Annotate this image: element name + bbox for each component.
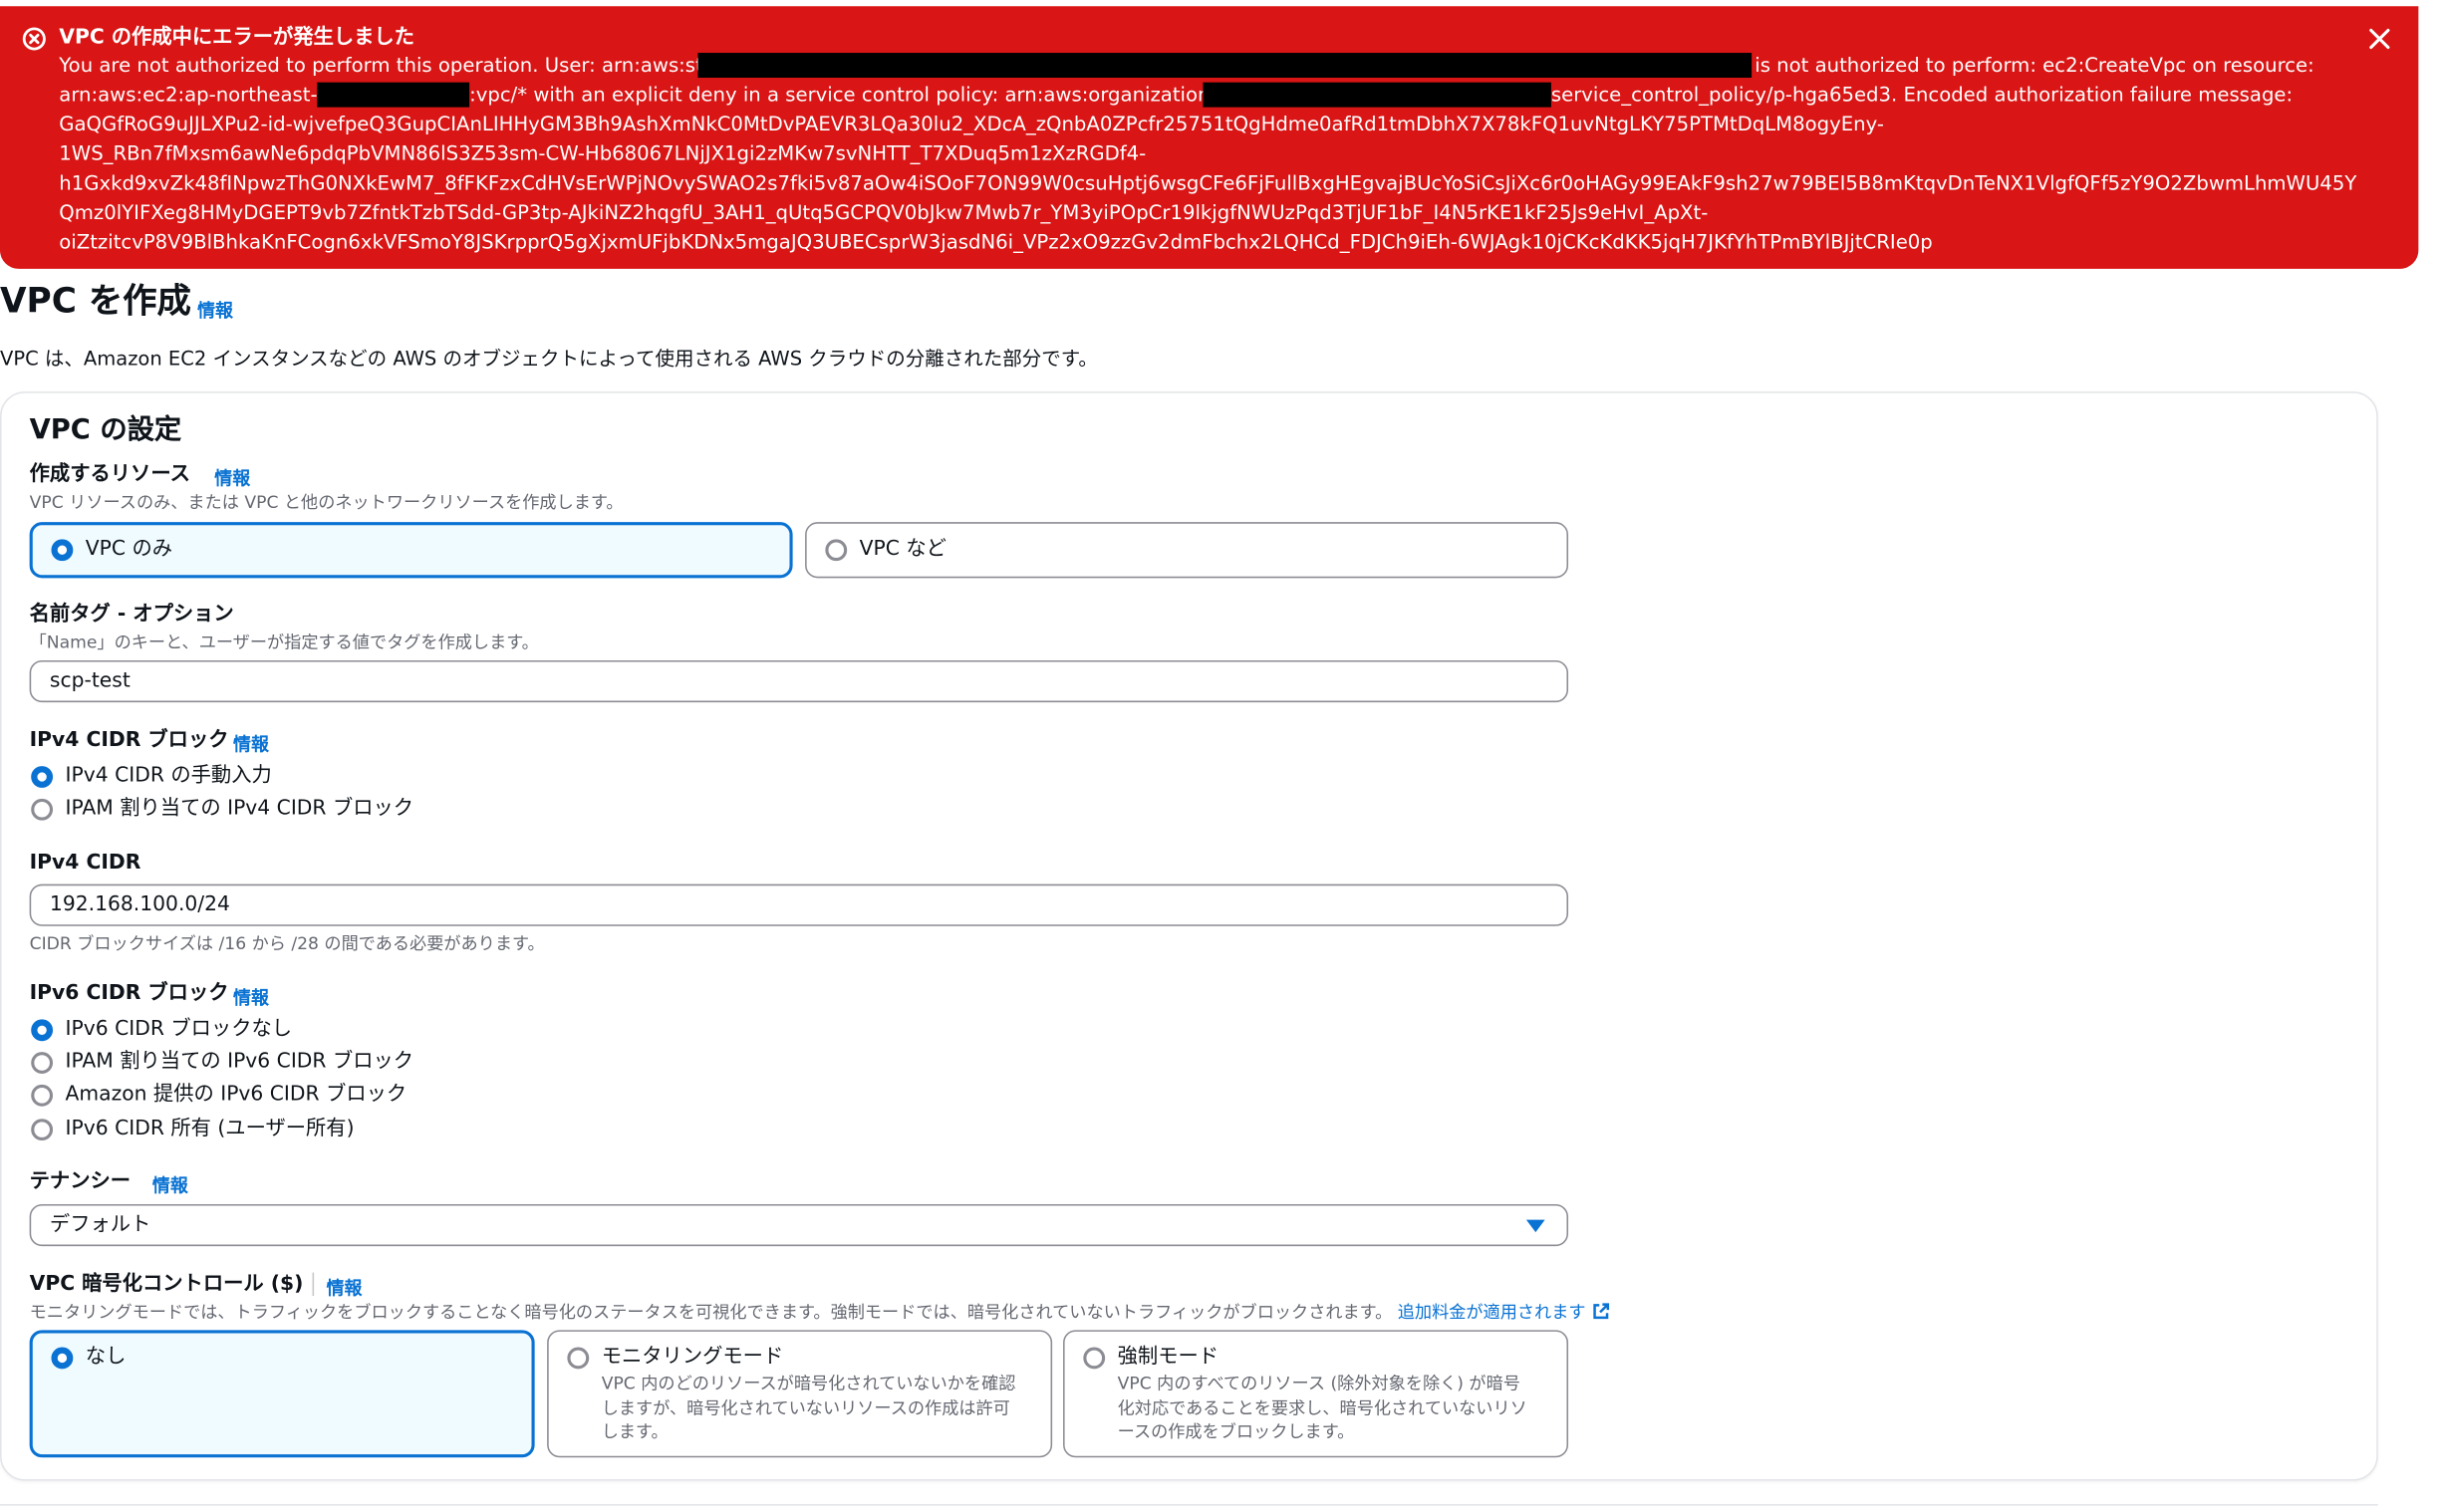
ipv4-ipam-radio[interactable] [31, 798, 54, 821]
error-line: service_control_policy/p-hga65ed3. Encod… [1550, 82, 2294, 107]
ipv4-manual-radio[interactable] [31, 766, 54, 788]
additional-charges-link[interactable]: 追加料金が適用されます [1398, 1302, 1586, 1322]
error-title: VPC の作成中にエラーが発生しました [59, 26, 414, 50]
close-icon[interactable] [2365, 25, 2393, 53]
redacted-block [697, 53, 1753, 78]
ipv6-option-label[interactable]: IPAM 割り当ての IPv6 CIDR ブロック [66, 1049, 414, 1077]
ipv6-owned-radio[interactable] [31, 1119, 54, 1141]
encryption-option-label: モニタリングモード [601, 1345, 784, 1370]
ipv6-none-radio[interactable] [31, 1019, 54, 1042]
name-tag-hint: 「Name」のキーと、ユーザーが指定する値でタグを作成します。 [29, 631, 539, 653]
page-info-link[interactable]: 情報 [197, 299, 233, 324]
error-line: oiZtzitcvP8V9BlBhkaKnFCogn6xkVFSmoY8JSKr… [59, 229, 1933, 254]
create-vpc-page: VPC の作成中にエラーが発生しました You are not authoriz… [0, 0, 2437, 1512]
error-line: :vpc/* with an explicit deny in a servic… [469, 82, 1233, 107]
redacted-block [317, 82, 470, 108]
resources-info-link[interactable]: 情報 [214, 466, 250, 491]
error-banner: VPC の作成中にエラーが発生しました You are not authoriz… [0, 6, 2419, 269]
error-line: is not authorized to perform: ec2:Create… [1755, 53, 2314, 77]
error-line: GaQGfRoG9uJJLXPu2-id-wjvefpeQ3GupCIAnLIH… [59, 112, 1884, 135]
redacted-block [1203, 82, 1551, 108]
ipv4-option-label[interactable]: IPv4 CIDR の手動入力 [66, 763, 272, 791]
encryption-option-none[interactable]: なし [29, 1330, 535, 1458]
radio-unchecked[interactable] [567, 1347, 590, 1370]
encryption-option-label: 強制モード [1117, 1345, 1219, 1370]
ipv6-amazon-radio[interactable] [31, 1084, 54, 1107]
ipv4-option-label[interactable]: IPAM 割り当ての IPv4 CIDR ブロック [66, 796, 414, 824]
radio-checked[interactable] [51, 539, 74, 562]
resource-option-label: VPC など [859, 537, 947, 562]
encryption-info-link[interactable]: 情報 [327, 1276, 363, 1301]
name-tag-input[interactable]: scp-test [29, 660, 1569, 703]
encryption-option-description: VPC 内のどのリソースが暗号化されていないかを確認しますが、暗号化されていない… [601, 1374, 1016, 1442]
encryption-label: VPC 暗号化コントロール ($) [29, 1272, 304, 1297]
ipv6-option-label[interactable]: IPv6 CIDR ブロックなし [66, 1016, 293, 1044]
error-line: Qmz0lYIFXeg8HMyDGEPT9vb7ZfntkTzbTSdd-GP3… [59, 200, 1709, 224]
encryption-hint: モニタリングモードでは、トラフィックをブロックすることなく暗号化のステータスを可… [30, 1301, 1610, 1324]
error-circle-icon [22, 27, 46, 51]
caret-down-icon [1525, 1219, 1545, 1233]
section-title: VPC の設定 [29, 414, 182, 446]
ipv6-option-label[interactable]: Amazon 提供の IPv6 CIDR ブロック [66, 1082, 407, 1110]
bottom-divider [0, 1504, 2378, 1506]
tenancy-info-link[interactable]: 情報 [152, 1173, 188, 1198]
name-tag-label: 名前タグ - オプション [29, 603, 234, 627]
encryption-option-monitoring[interactable]: モニタリングモード VPC 内のどのリソースが暗号化されていないかを確認しますが… [547, 1330, 1053, 1458]
error-line: arn:aws:ec2:ap-northeast-1 [59, 82, 331, 107]
ipv6-block-info-link[interactable]: 情報 [233, 985, 269, 1010]
label-divider [312, 1272, 315, 1297]
ipv4-cidr-input[interactable]: 192.168.100.0/24 [29, 883, 1569, 926]
radio-unchecked[interactable] [825, 539, 848, 562]
tenancy-select-value: デフォルト [49, 1213, 151, 1237]
encryption-option-description: VPC 内のすべてのリソース (除外対象を除く) が暗号化対応であることを要求し… [1117, 1374, 1527, 1442]
resources-label: 作成するリソース [29, 462, 190, 487]
resources-hint: VPC リソースのみ、または VPC と他のネットワークリソースを作成します。 [29, 492, 624, 513]
ipv6-option-label[interactable]: IPv6 CIDR 所有 (ユーザー所有) [66, 1116, 355, 1143]
error-line: 1WS_RBn7fMxsm6awNe6pdqPbVMN86lS3Z53sm-CW… [59, 140, 1147, 165]
page-title: VPC を作成 [0, 282, 191, 322]
error-line: h1Gxkd9xvZk48fINpwzThG0NXkEwM7_8fFKFzxCd… [59, 170, 2357, 194]
resource-option-vpc-only[interactable]: VPC のみ [29, 522, 793, 579]
encryption-option-enforce[interactable]: 強制モード VPC 内のすべてのリソース (除外対象を除く) が暗号化対応である… [1063, 1330, 1569, 1458]
resource-option-vpc-and-more[interactable]: VPC など [805, 522, 1569, 579]
encryption-option-label: なし [85, 1345, 127, 1370]
tenancy-label: テナンシー [29, 1169, 132, 1194]
error-line: You are not authorized to perform this o… [59, 53, 720, 77]
ipv4-cidr-label: IPv4 CIDR [29, 851, 141, 876]
resource-option-label: VPC のみ [85, 537, 173, 562]
ipv6-block-label: IPv6 CIDR ブロック [29, 981, 229, 1006]
ipv4-block-label: IPv4 CIDR ブロック [29, 728, 229, 753]
radio-unchecked[interactable] [1083, 1347, 1106, 1370]
tenancy-select[interactable]: デフォルト [29, 1204, 1569, 1247]
ipv4-cidr-hint: CIDR ブロックサイズは /16 から /28 の間である必要があります。 [29, 933, 545, 954]
radio-checked[interactable] [51, 1347, 74, 1370]
ipv4-block-info-link[interactable]: 情報 [233, 732, 269, 757]
page-description: VPC は、Amazon EC2 インスタンスなどの AWS のオブジェクトによ… [0, 346, 1098, 371]
external-link-icon[interactable] [1591, 1302, 1610, 1321]
ipv6-ipam-radio[interactable] [31, 1052, 54, 1074]
